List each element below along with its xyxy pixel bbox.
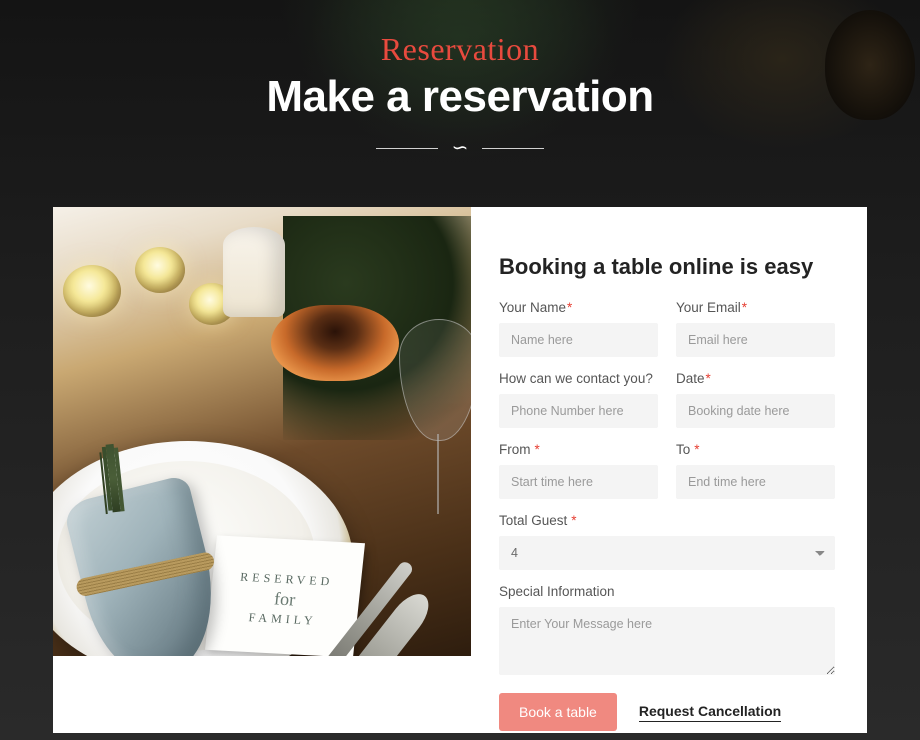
to-input[interactable]: [676, 465, 835, 499]
field-email: Your Email*: [676, 300, 835, 357]
divider-line-left: [376, 148, 438, 149]
label-guests: Total Guest*: [499, 513, 835, 528]
date-input[interactable]: [676, 394, 835, 428]
pillar-candle-icon: [223, 227, 285, 317]
form-title: Booking a table online is easy: [499, 254, 835, 280]
title-divider: ∽: [0, 138, 920, 158]
page-title: Make a reservation: [0, 72, 920, 122]
label-special: Special Information: [499, 584, 835, 599]
label-from: From*: [499, 442, 658, 457]
contact-input[interactable]: [499, 394, 658, 428]
form-actions: Book a table Request Cancellation: [499, 693, 835, 731]
label-date: Date*: [676, 371, 835, 386]
candle-icon: [135, 247, 185, 293]
field-date: Date*: [676, 371, 835, 428]
reservation-form: Booking a table online is easy Your Name…: [471, 207, 867, 733]
field-from: From*: [499, 442, 658, 499]
wineglass-icon: [393, 319, 471, 539]
special-textarea[interactable]: [499, 607, 835, 675]
field-name: Your Name*: [499, 300, 658, 357]
field-guests: Total Guest* 4: [499, 513, 835, 570]
label-name: Your Name*: [499, 300, 658, 315]
field-to: To*: [676, 442, 835, 499]
field-special: Special Information: [499, 584, 835, 675]
label-to: To*: [676, 442, 835, 457]
reservation-card: RESERVED for FAMILY Booking a table onli…: [53, 207, 867, 733]
book-table-button[interactable]: Book a table: [499, 693, 617, 731]
card-image: RESERVED for FAMILY: [53, 207, 471, 656]
field-contact: How can we contact you?: [499, 371, 658, 428]
divider-line-right: [482, 148, 544, 149]
guests-select[interactable]: 4: [499, 536, 835, 570]
label-contact: How can we contact you?: [499, 371, 658, 386]
copper-bowl-icon: [271, 305, 399, 381]
from-input[interactable]: [499, 465, 658, 499]
request-cancellation-link[interactable]: Request Cancellation: [639, 703, 781, 722]
section-script-label: Reservation: [0, 31, 920, 68]
email-input[interactable]: [676, 323, 835, 357]
reserved-text-for: for: [273, 588, 296, 610]
label-email: Your Email*: [676, 300, 835, 315]
candle-icon: [63, 265, 121, 317]
reserved-text-line2: FAMILY: [248, 610, 317, 628]
divider-ornament-icon: ∽: [452, 138, 469, 158]
page-header: Reservation Make a reservation ∽: [0, 0, 920, 158]
name-input[interactable]: [499, 323, 658, 357]
reserved-text-line1: RESERVED: [239, 570, 334, 590]
